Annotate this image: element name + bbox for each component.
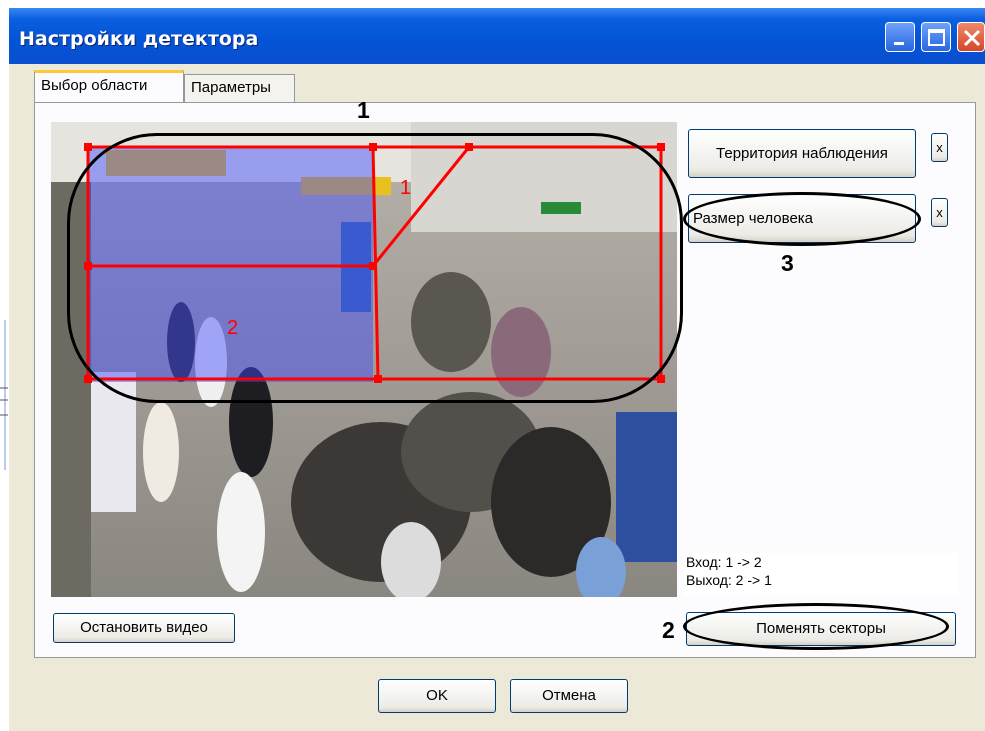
cancel-label: Отмена [542, 687, 596, 704]
swap-sectors-button[interactable]: Поменять секторы [686, 612, 956, 646]
observation-area-button[interactable]: Территория наблюдения [688, 129, 916, 178]
annotation-number-3: 3 [781, 250, 794, 276]
observation-area-label: Территория наблюдения [716, 145, 888, 162]
video-preview[interactable]: 1 2 [51, 122, 677, 597]
title-bar[interactable]: Настройки детектора [9, 8, 985, 64]
swap-sectors-label: Поменять секторы [756, 620, 886, 637]
tab-area-selection[interactable]: Выбор области [34, 70, 184, 102]
entry-direction: Вход: 1 -> 2 [686, 554, 762, 570]
cancel-button[interactable]: Отмена [510, 679, 628, 713]
left-edge-artifact [0, 320, 9, 470]
remove-area-button[interactable]: x [931, 133, 948, 162]
ok-label: OK [426, 687, 448, 704]
annotation-number-2: 2 [662, 617, 675, 643]
maximize-button[interactable] [921, 22, 951, 52]
sector-label-1: 1 [400, 177, 411, 199]
direction-info: Вход: 1 -> 2 Выход: 2 -> 1 [684, 553, 958, 595]
remove-person-size-label: x [936, 205, 943, 220]
video-scene: 1 2 [51, 122, 677, 597]
close-button[interactable] [957, 22, 985, 52]
exit-direction: Выход: 2 -> 1 [686, 572, 772, 588]
close-icon [963, 29, 981, 47]
window-title: Настройки детектора [19, 28, 259, 50]
tab-parameters[interactable]: Параметры [184, 74, 295, 102]
ok-button[interactable]: OK [378, 679, 496, 713]
annotation-number-1: 1 [357, 97, 370, 123]
minimize-icon [894, 42, 904, 45]
minimize-button[interactable] [885, 22, 915, 52]
person-size-label: Размер человека [693, 210, 814, 227]
person-size-button[interactable]: Размер человека [688, 194, 916, 243]
tab-area-selection-label: Выбор области [41, 77, 148, 94]
stop-video-label: Остановить видео [80, 619, 208, 636]
maximize-icon [928, 29, 945, 46]
stop-video-button[interactable]: Остановить видео [53, 613, 235, 643]
remove-person-size-button[interactable]: x [931, 198, 948, 227]
remove-area-label: x [936, 140, 943, 155]
tab-parameters-label: Параметры [191, 79, 271, 96]
sector-label-2: 2 [227, 317, 238, 339]
